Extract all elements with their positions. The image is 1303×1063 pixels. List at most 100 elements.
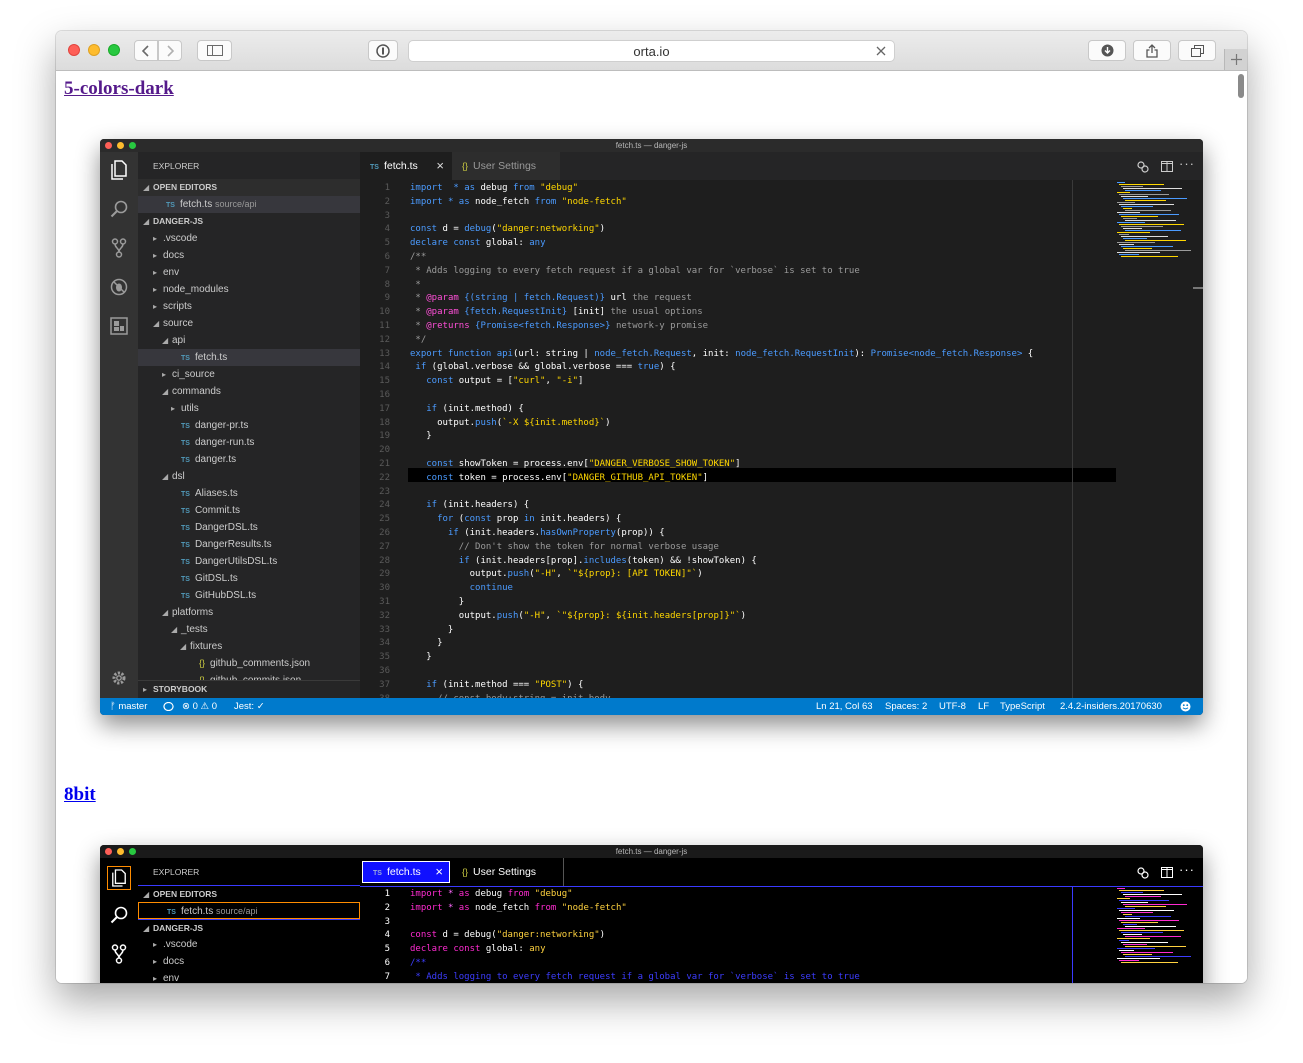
- tree-file[interactable]: TS GitHubDSL.ts: [138, 587, 360, 604]
- tree-folder[interactable]: ◢ commands: [138, 383, 360, 400]
- encoding[interactable]: UTF-8: [939, 698, 966, 715]
- tree-folder[interactable]: ◢ platforms: [138, 604, 360, 621]
- open-editor-path: source/api: [215, 906, 258, 916]
- tree-folder[interactable]: ▸ docs: [138, 247, 360, 264]
- zoom-window-button[interactable]: [108, 44, 120, 56]
- source-control-icon[interactable]: [109, 944, 129, 964]
- tree-folder[interactable]: ◢ _tests: [138, 621, 360, 638]
- open-editor-item[interactable]: TS fetch.ts source/api: [138, 196, 360, 213]
- gear-icon[interactable]: [109, 668, 129, 688]
- open-editor-item[interactable]: TS fetch.ts source/api: [138, 902, 360, 919]
- storybook-section[interactable]: ▸ STORYBOOK: [138, 680, 360, 698]
- page-scrollbar[interactable]: [1238, 74, 1244, 98]
- tree-file[interactable]: TS Commit.ts: [138, 502, 360, 519]
- tree-file[interactable]: TS danger-pr.ts: [138, 417, 360, 434]
- line-number: 30: [379, 583, 390, 594]
- smiley-feedback-icon[interactable]: [1180, 701, 1191, 712]
- tree-item-label: api: [172, 335, 186, 346]
- theme-link-5-colors-dark[interactable]: 5-colors-dark: [64, 78, 174, 100]
- close-icon[interactable]: [876, 46, 886, 56]
- line-number: 23: [379, 486, 390, 497]
- tree-file[interactable]: TS DangerResults.ts: [138, 536, 360, 553]
- theme-link-8bit[interactable]: 8bit: [64, 784, 96, 806]
- back-button[interactable]: [134, 40, 158, 61]
- minimap[interactable]: [1072, 886, 1073, 983]
- close-tab-icon[interactable]: ×: [436, 152, 444, 180]
- tree-folder[interactable]: ▸ ci_source: [138, 366, 360, 383]
- tree-file[interactable]: TS danger.ts: [138, 451, 360, 468]
- tree-item-label: node_modules: [163, 284, 229, 295]
- minimap-line: [1125, 956, 1191, 957]
- tree-file[interactable]: {} github_comments.json: [138, 655, 360, 672]
- minimap[interactable]: [1072, 180, 1073, 698]
- tree-file[interactable]: TS DangerDSL.ts: [138, 519, 360, 536]
- tab-user-settings[interactable]: {} User Settings: [452, 152, 560, 180]
- open-changes-icon[interactable]: [1137, 867, 1149, 879]
- tree-folder[interactable]: ▸ utils: [138, 400, 360, 417]
- more-actions-icon[interactable]: ···: [1179, 862, 1195, 877]
- tree-folder[interactable]: ◢ fixtures: [138, 638, 360, 655]
- tree-folder[interactable]: ◢ api: [138, 332, 360, 349]
- tabs-overview-button[interactable]: [1178, 40, 1216, 61]
- extensions-icon[interactable]: [109, 316, 129, 336]
- jest-status[interactable]: Jest: ✓: [234, 698, 265, 715]
- new-tab-button[interactable]: [1224, 49, 1247, 70]
- tab-user-settings[interactable]: {} User Settings: [452, 858, 564, 886]
- tree-folder[interactable]: ▸ node_modules: [138, 281, 360, 298]
- tree-folder[interactable]: ▸ env: [138, 264, 360, 281]
- sidebar-toggle-button[interactable]: [197, 40, 232, 61]
- tree-file[interactable]: TS fetch.ts: [138, 349, 360, 366]
- tree-item-label: source: [163, 318, 194, 329]
- ts-version[interactable]: 2.4.2-insiders.20170630: [1060, 698, 1162, 715]
- tree-folder[interactable]: ▸ env: [138, 970, 360, 983]
- tab-fetch-ts[interactable]: TS fetch.ts ×: [360, 152, 452, 180]
- cursor-position[interactable]: Ln 21, Col 63: [816, 698, 873, 715]
- git-branch-item[interactable]: ᚠ master: [110, 698, 147, 715]
- files-icon[interactable]: [107, 866, 131, 890]
- open-editors-section[interactable]: ◢ OPEN EDITORS: [138, 179, 360, 196]
- more-actions-icon[interactable]: ···: [1179, 156, 1195, 171]
- project-section[interactable]: ◢ DANGER-JS: [138, 213, 360, 230]
- tree-folder[interactable]: ▸ .vscode: [138, 230, 360, 247]
- split-editor-icon[interactable]: [1161, 867, 1173, 878]
- close-window-button[interactable]: [68, 44, 80, 56]
- chevron-down-icon: ◢: [162, 472, 169, 481]
- tree-file[interactable]: TS danger-run.ts: [138, 434, 360, 451]
- split-editor-icon[interactable]: [1161, 161, 1173, 172]
- search-icon[interactable]: [109, 199, 129, 219]
- tree-folder[interactable]: ▸ docs: [138, 953, 360, 970]
- tree-folder[interactable]: ▸ scripts: [138, 298, 360, 315]
- share-button[interactable]: [1133, 40, 1171, 61]
- downloads-button[interactable]: [1088, 40, 1126, 61]
- address-bar[interactable]: orta.io: [408, 40, 895, 62]
- indentation[interactable]: Spaces: 2: [885, 698, 927, 715]
- forward-button[interactable]: [158, 40, 182, 61]
- tab-fetch-ts[interactable]: TS fetch.ts ×: [362, 861, 450, 883]
- code-line: export function api(url: string | node_f…: [410, 348, 1034, 359]
- minimap-slider[interactable]: [1193, 287, 1203, 289]
- files-icon[interactable]: [109, 160, 129, 180]
- problems-item[interactable]: ⊗ 0 ⚠ 0: [182, 698, 217, 715]
- tree-folder[interactable]: ◢ dsl: [138, 468, 360, 485]
- tree-file[interactable]: TS Aliases.ts: [138, 485, 360, 502]
- explorer-title: EXPLORER: [138, 864, 360, 881]
- reader-privacy-button[interactable]: [368, 40, 398, 61]
- tree-file[interactable]: TS DangerUtilsDSL.ts: [138, 553, 360, 570]
- source-control-icon[interactable]: [109, 238, 129, 258]
- search-icon[interactable]: [109, 905, 129, 925]
- tree-folder[interactable]: ◢ source: [138, 315, 360, 332]
- language-mode[interactable]: TypeScript: [1000, 698, 1045, 715]
- minimize-window-button[interactable]: [88, 44, 100, 56]
- open-editors-section[interactable]: ◢ OPEN EDITORS: [138, 885, 360, 903]
- minimap-line: [1123, 208, 1132, 209]
- tree-file[interactable]: TS GitDSL.ts: [138, 570, 360, 587]
- sync-icon[interactable]: [163, 702, 174, 711]
- tree-folder[interactable]: ▸ .vscode: [138, 936, 360, 953]
- minimap-line: [1123, 198, 1187, 199]
- line-number: 7: [384, 971, 390, 982]
- debug-icon[interactable]: [109, 277, 129, 297]
- line-ending[interactable]: LF: [978, 698, 989, 715]
- close-tab-icon[interactable]: ×: [435, 862, 443, 882]
- project-section[interactable]: ◢ DANGER-JS: [138, 919, 360, 937]
- open-changes-icon[interactable]: [1137, 161, 1149, 173]
